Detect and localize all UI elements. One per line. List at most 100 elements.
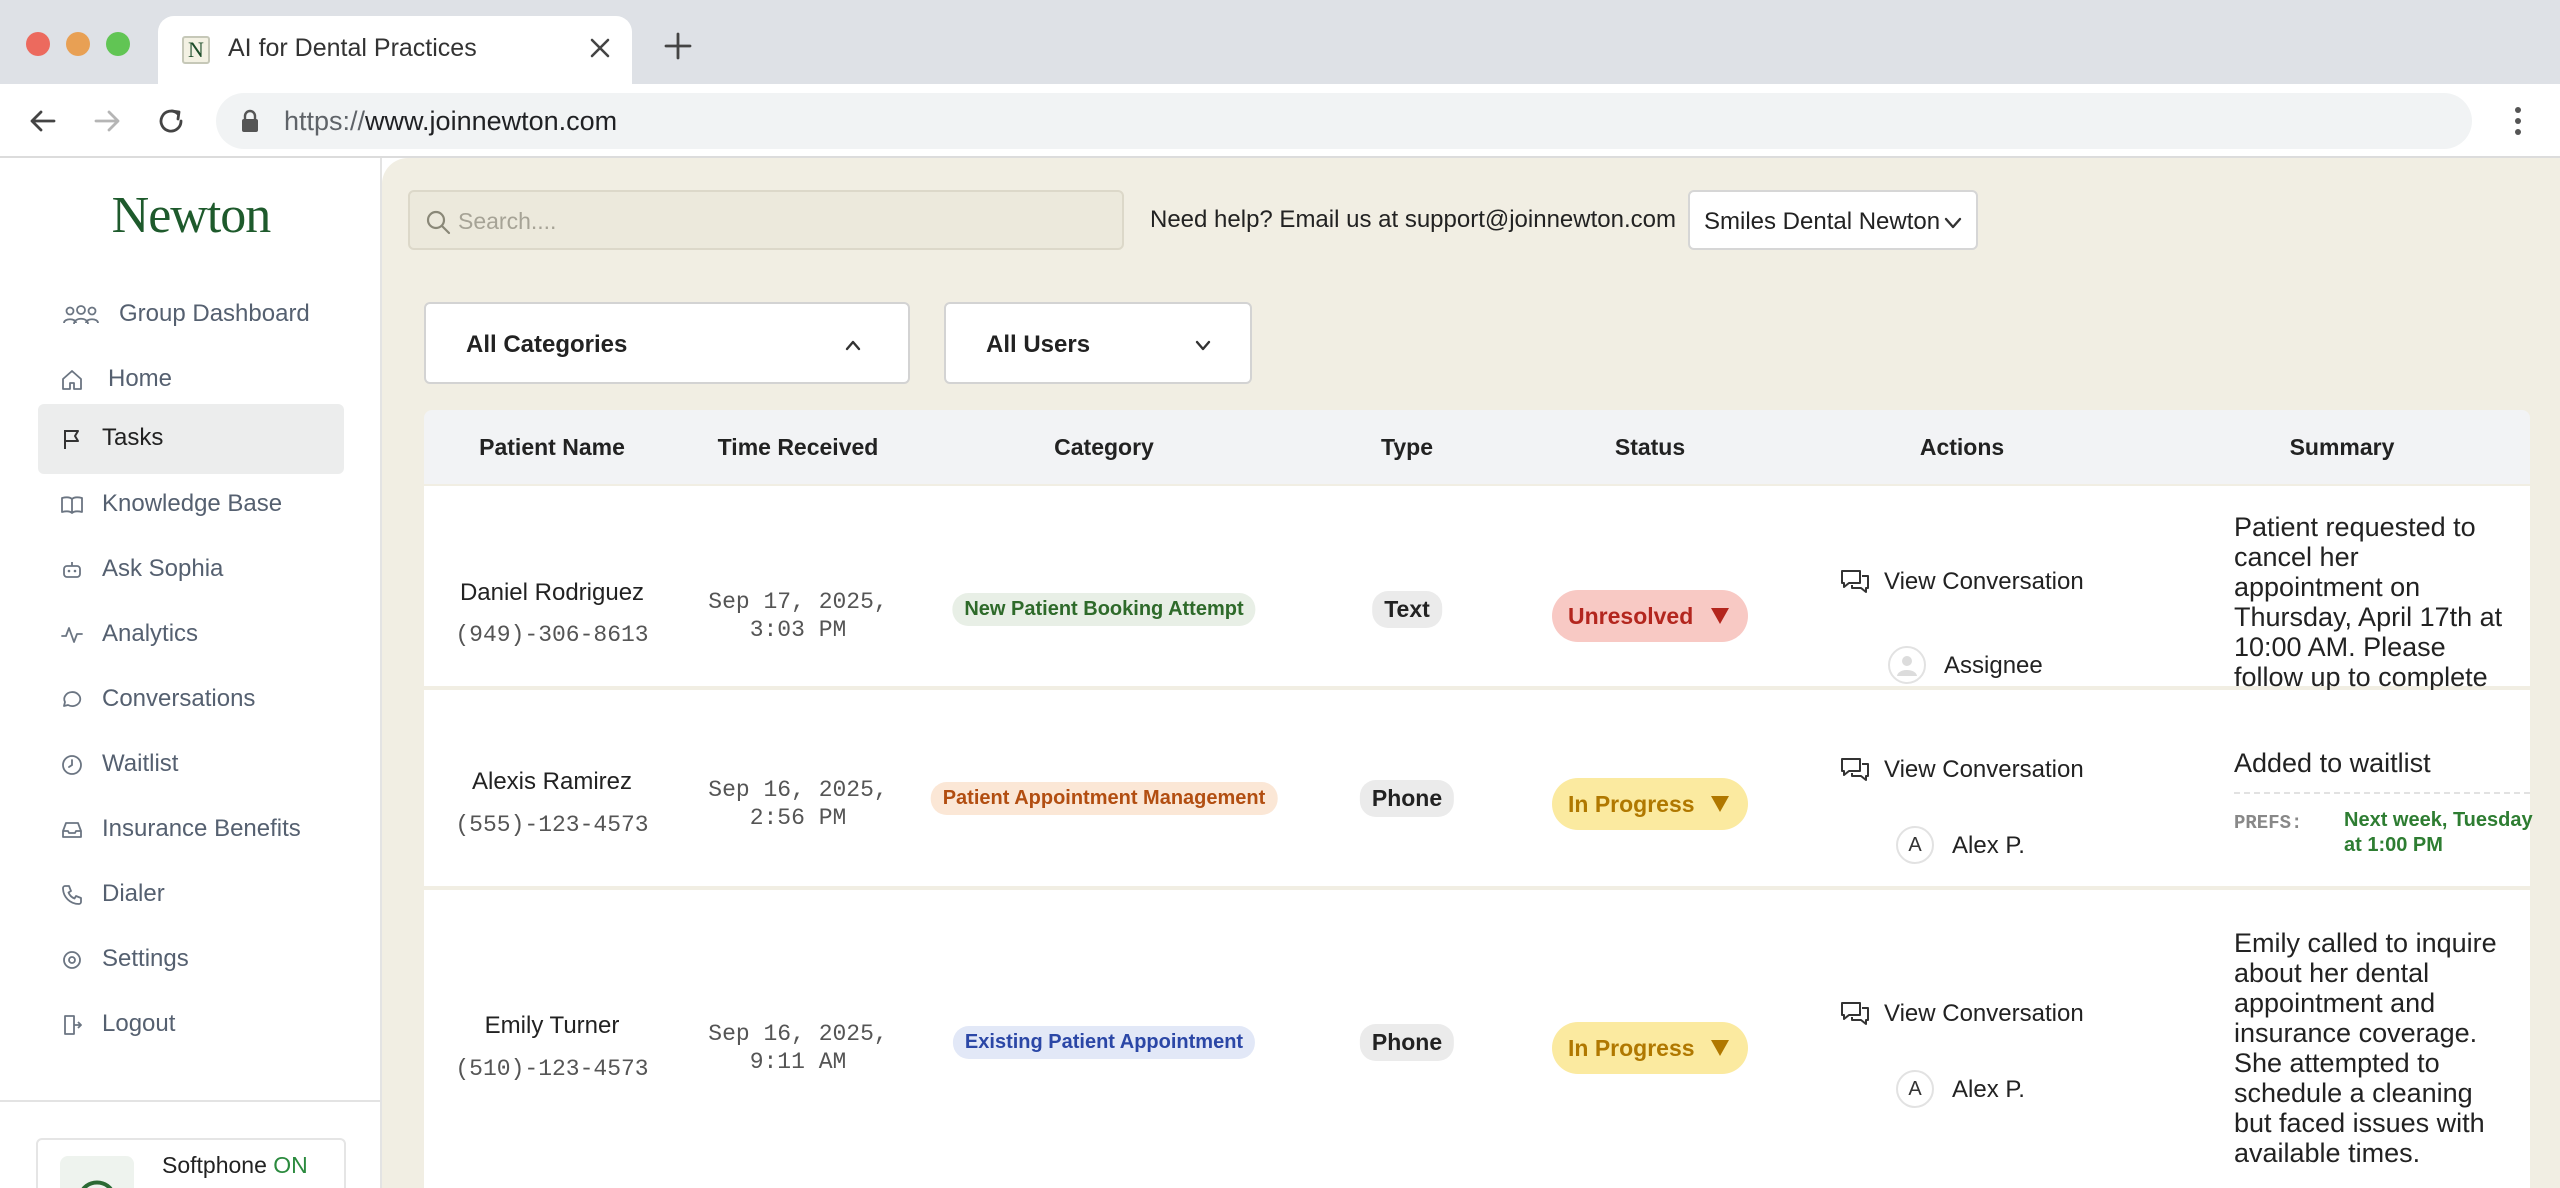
column-header-status[interactable]: Status xyxy=(1615,434,1685,461)
brand-logo[interactable]: Newton xyxy=(0,186,382,245)
status-label: In Progress xyxy=(1568,791,1695,817)
logout-icon xyxy=(64,1015,82,1035)
caret-down-icon xyxy=(1711,608,1729,624)
phone-icon xyxy=(62,885,82,905)
assignee-name: Alex P. xyxy=(1952,832,2025,859)
sidebar-item-logout[interactable]: Logout xyxy=(38,990,344,1060)
avatar-placeholder-icon xyxy=(1888,646,1926,684)
new-tab-icon[interactable] xyxy=(660,28,696,64)
category-filter[interactable]: All Categories xyxy=(424,302,910,384)
sidebar-item-label: Conversations xyxy=(102,685,256,712)
reload-icon[interactable] xyxy=(152,102,190,140)
search-bar[interactable] xyxy=(408,190,1124,250)
column-header-patient-name[interactable]: Patient Name xyxy=(479,434,625,461)
chevron-down-icon xyxy=(1944,217,1962,229)
softphone-label: Softphone ON xyxy=(162,1152,308,1179)
browser-toolbar: https://www.joinnewton.com xyxy=(0,84,2560,158)
lock-icon xyxy=(242,109,258,132)
time-received-date: Sep 17, 2025, xyxy=(708,589,888,615)
column-header-summary[interactable]: Summary xyxy=(2290,434,2395,461)
time-received-time: 2:56 PM xyxy=(749,805,847,831)
row-summary: Added to waitlist xyxy=(2234,748,2431,778)
window-minimize-button[interactable] xyxy=(66,32,90,56)
caret-down-icon xyxy=(1711,1040,1729,1056)
close-tab-icon[interactable] xyxy=(582,30,618,66)
sidebar-item-waitlist[interactable]: Waitlist xyxy=(38,730,344,800)
window-close-button[interactable] xyxy=(26,32,50,56)
sidebar-item-analytics[interactable]: Analytics xyxy=(38,600,344,670)
sidebar-divider xyxy=(0,1100,380,1102)
view-conversation-button[interactable]: View Conversation xyxy=(1840,568,2084,598)
patient-name: Alexis Ramirez xyxy=(471,768,633,795)
flag-icon xyxy=(64,430,79,449)
status-dropdown[interactable]: In Progress xyxy=(1552,778,1748,830)
sidebar-item-label: Tasks xyxy=(102,424,164,451)
sidebar-item-label: Knowledge Base xyxy=(102,490,283,517)
forward-arrow-icon[interactable] xyxy=(88,102,126,140)
sidebar-item-label: Ask Sophia xyxy=(102,555,224,582)
summary-divider xyxy=(2234,792,2530,794)
sidebar-item-conversations[interactable]: Conversations xyxy=(38,665,344,735)
status-dropdown[interactable]: Unresolved xyxy=(1552,590,1748,642)
tab-title: AI for Dental Practices xyxy=(228,34,477,62)
table-row[interactable]: Emily Turner (510)-123-4573 Sep 16, 2025… xyxy=(424,890,2530,1188)
sidebar-item-dialer[interactable]: Dialer xyxy=(38,860,344,930)
sidebar-item-insurance-benefits[interactable]: Insurance Benefits xyxy=(38,795,344,865)
time-received-date: Sep 16, 2025, xyxy=(708,777,888,803)
chevron-down-icon xyxy=(1195,340,1211,351)
assignee-button[interactable]: A Alex P. xyxy=(1896,826,2066,866)
sidebar-item-label: Logout xyxy=(102,1010,176,1037)
table-row[interactable]: Alexis Ramirez (555)-123-4573 Sep 16, 20… xyxy=(424,690,2533,886)
column-header-time-received[interactable]: Time Received xyxy=(718,434,879,461)
users-filter[interactable]: All Users xyxy=(944,302,1252,384)
conversation-icon xyxy=(1841,570,1869,593)
column-header-type[interactable]: Type xyxy=(1381,434,1433,461)
sidebar-item-label: Dialer xyxy=(102,880,165,907)
table-row[interactable]: Daniel Rodriguez (949)-306-8613 Sep 17, … xyxy=(424,486,2530,752)
inbox-icon xyxy=(62,822,82,838)
sidebar-item-settings[interactable]: Settings xyxy=(38,925,344,995)
browser-tab[interactable]: N AI for Dental Practices xyxy=(158,16,632,84)
assignee-button[interactable]: A Alex P. xyxy=(1896,1070,2066,1110)
row-summary: Emily called to inquire about her dental… xyxy=(2234,928,2497,1168)
view-conversation-label: View Conversation xyxy=(1884,1000,2084,1027)
search-input[interactable] xyxy=(458,202,1098,240)
sidebar: Newton Group Dashboard Home Tasks Knowle… xyxy=(0,158,382,1188)
sidebar-item-label: Home xyxy=(108,365,173,392)
patient-phone: (555)-123-4573 xyxy=(455,812,649,838)
time-received: Sep 16, 2025, 2:56 PM xyxy=(708,776,887,832)
clock-icon xyxy=(62,755,82,775)
window-maximize-button[interactable] xyxy=(106,32,130,56)
assignee-avatar: A xyxy=(1896,826,1934,864)
help-text: Need help? Email us at support@joinnewto… xyxy=(1150,206,1676,233)
search-icon xyxy=(426,210,451,235)
back-arrow-icon[interactable] xyxy=(24,102,62,140)
softphone-toggle[interactable]: Softphone ON xyxy=(36,1138,346,1188)
status-label: In Progress xyxy=(1568,1035,1695,1061)
status-dropdown[interactable]: In Progress xyxy=(1552,1022,1748,1074)
assignee-button[interactable]: Assignee xyxy=(1888,646,2068,686)
assignee-name: Alex P. xyxy=(1952,1076,2025,1103)
bot-icon xyxy=(63,562,81,578)
practice-select[interactable]: Smiles Dental Newton xyxy=(1688,190,1978,250)
conversation-icon xyxy=(1841,758,1869,781)
browser-menu-icon[interactable] xyxy=(2500,102,2536,140)
chevron-up-icon xyxy=(845,340,861,351)
activity-icon xyxy=(61,627,83,643)
view-conversation-label: View Conversation xyxy=(1884,756,2084,783)
sidebar-item-ask-sophia[interactable]: Ask Sophia xyxy=(38,535,344,605)
column-header-actions[interactable]: Actions xyxy=(1920,434,2004,461)
book-icon xyxy=(61,496,83,514)
sidebar-item-tasks[interactable]: Tasks xyxy=(38,404,344,474)
column-header-category[interactable]: Category xyxy=(1054,434,1154,461)
sidebar-item-group-dashboard[interactable]: Group Dashboard xyxy=(38,280,344,350)
patient-name: Daniel Rodriguez xyxy=(459,579,645,606)
category-filter-value: All Categories xyxy=(466,331,628,358)
patient-phone: (510)-123-4573 xyxy=(455,1056,649,1082)
sidebar-item-knowledge-base[interactable]: Knowledge Base xyxy=(38,470,344,540)
sidebar-item-label: Waitlist xyxy=(102,750,179,777)
address-bar[interactable]: https://www.joinnewton.com xyxy=(216,93,2472,149)
main-content: Need help? Email us at support@joinnewto… xyxy=(382,158,2560,1188)
view-conversation-button[interactable]: View Conversation xyxy=(1840,1000,2084,1030)
view-conversation-button[interactable]: View Conversation xyxy=(1840,756,2084,786)
